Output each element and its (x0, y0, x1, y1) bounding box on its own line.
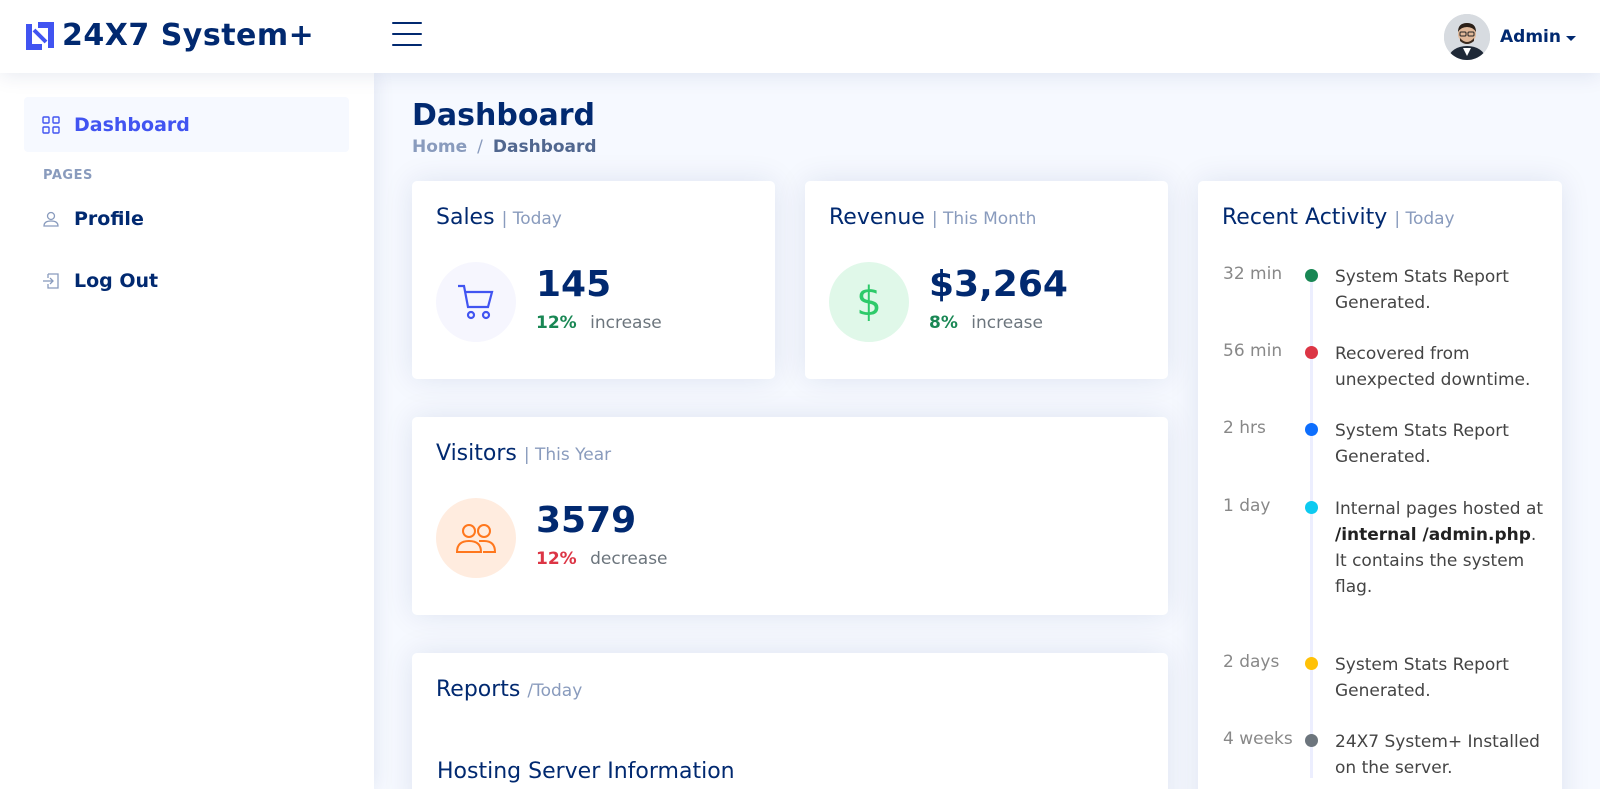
sidebar-item-profile[interactable]: Profile (24, 191, 349, 246)
revenue-change: 8% increase (929, 313, 1043, 333)
activity-dot (1305, 346, 1318, 359)
sidebar-item-label: Profile (74, 207, 144, 230)
brand-name: 24X7 System+ (62, 18, 315, 53)
logo-icon (26, 21, 54, 50)
box-arrow-in-right-icon (42, 272, 60, 290)
person-icon (42, 210, 60, 228)
reports-card: Reports /Today Hosting Server Informatio… (412, 653, 1168, 789)
reports-subtitle: Hosting Server Information (437, 759, 735, 784)
activity-dot (1305, 423, 1318, 436)
avatar (1444, 14, 1491, 60)
visitors-card: Visitors | This Year 3579 12% decrease (412, 417, 1168, 615)
card-title: Revenue | This Month (829, 205, 1036, 230)
sales-change: 12% increase (536, 313, 662, 333)
sales-value: 145 (536, 264, 612, 305)
activity-text: 24X7 System+ Installed on the server. (1335, 732, 1540, 778)
card-period: | This Year (523, 445, 612, 465)
top-header: 24X7 System+ Admin (0, 0, 1600, 73)
activity-text: System Stats Report Generated. (1335, 267, 1509, 313)
sidebar-heading: PAGES (43, 168, 93, 183)
card-title: Sales | Today (436, 205, 562, 230)
revenue-value: $3,264 (929, 264, 1068, 305)
change-percent: 8% (929, 313, 958, 333)
user-name: Admin (1500, 27, 1561, 47)
change-word: increase (590, 313, 662, 333)
card-title-text: Reports (436, 677, 521, 702)
activity-time: 32 min (1223, 264, 1283, 284)
card-period: | Today (1394, 209, 1455, 229)
card-title-text: Revenue (829, 205, 925, 230)
chevron-down-icon (1566, 35, 1576, 41)
toggle-sidebar-icon[interactable] (392, 22, 422, 48)
breadcrumb-current: Dashboard (492, 137, 597, 157)
card-period: | Today (501, 209, 562, 229)
activity-dot (1305, 657, 1318, 670)
people-icon (436, 498, 516, 578)
activity-time: 4 weeks (1223, 729, 1293, 749)
card-period: /Today (527, 681, 583, 701)
brand-logo[interactable]: 24X7 System+ (24, 18, 314, 53)
card-period: | This Month (931, 209, 1037, 229)
sales-card: Sales | Today 145 12% increase (412, 181, 775, 379)
card-title-text: Sales (436, 205, 495, 230)
visitors-change: 12% decrease (536, 549, 668, 569)
card-title-text: Recent Activity (1222, 205, 1388, 230)
change-percent: 12% (536, 313, 577, 333)
activity-text-path: /internal /admin.php (1335, 525, 1531, 545)
card-title: Reports /Today (436, 677, 582, 702)
page-title: Dashboard (412, 98, 595, 133)
card-title: Visitors | This Year (436, 441, 611, 466)
card-title-text: Visitors (436, 441, 517, 466)
profile-dropdown[interactable]: Admin (1444, 14, 1576, 60)
visitors-value: 3579 (536, 500, 637, 541)
activity-text: System Stats Report Generated. (1335, 655, 1509, 701)
activity-time: 1 day (1223, 496, 1271, 516)
activity-text-pre: Internal pages hosted at (1335, 499, 1544, 519)
dollar-icon: $ (829, 262, 909, 342)
breadcrumb-separator: / (477, 137, 483, 157)
breadcrumb-home-link[interactable]: Home (412, 137, 467, 157)
sidebar-item-label: Dashboard (74, 113, 190, 136)
activity-dot (1305, 269, 1318, 282)
grid-icon (42, 115, 60, 134)
activity-time: 2 days (1223, 652, 1280, 672)
sidebar: Dashboard PAGES Profile Log Out (0, 73, 374, 789)
activity-time: 56 min (1223, 341, 1283, 361)
change-percent: 12% (536, 549, 577, 569)
sidebar-item-logout[interactable]: Log Out (24, 253, 349, 308)
revenue-card: Revenue | This Month $ $3,264 8% increas… (805, 181, 1168, 379)
activity-dot (1305, 734, 1318, 747)
activity-time: 2 hrs (1223, 418, 1266, 438)
activity-text: Recovered from unexpected downtime. (1335, 344, 1531, 390)
change-word: decrease (590, 549, 668, 569)
change-word: increase (971, 313, 1043, 333)
activity-dot (1305, 501, 1318, 514)
sidebar-item-label: Log Out (74, 269, 159, 292)
breadcrumb: Home / Dashboard (412, 137, 597, 157)
sidebar-item-dashboard[interactable]: Dashboard (24, 97, 349, 152)
activity-text: Internal pages hosted at /internal /admi… (1335, 496, 1550, 600)
card-title: Recent Activity | Today (1222, 205, 1455, 230)
activity-text: System Stats Report Generated. (1335, 421, 1509, 467)
cart-icon (436, 262, 516, 342)
